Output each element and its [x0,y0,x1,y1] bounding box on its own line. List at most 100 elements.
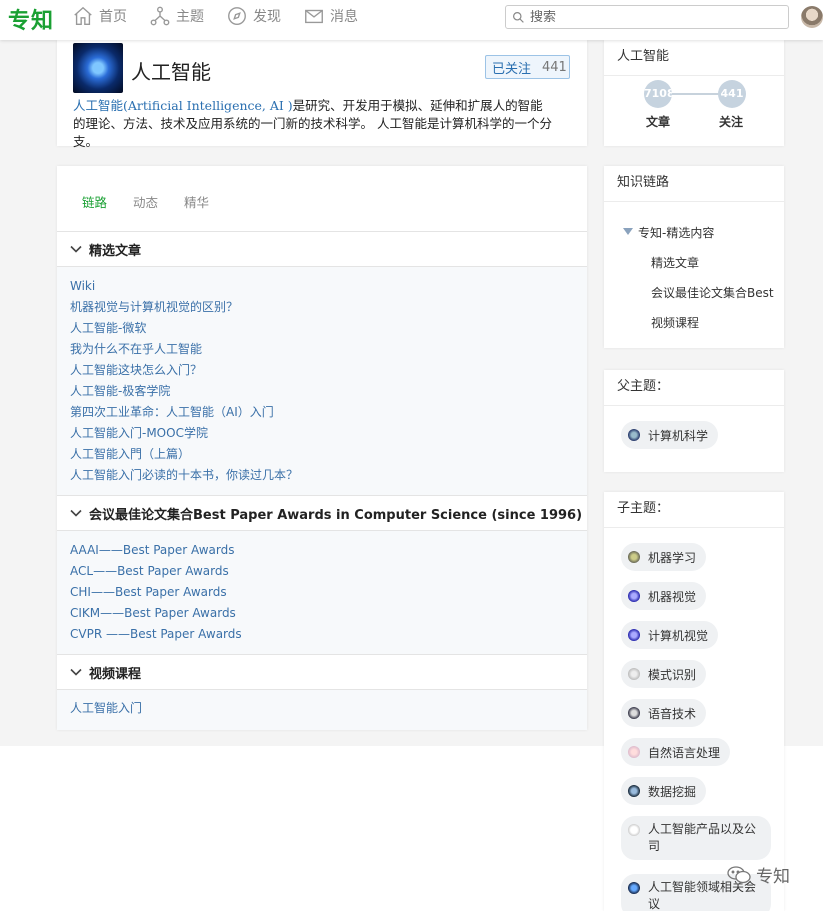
topic-chip-label: 计算机视觉 [648,628,709,643]
parent-topic-card: 父主题： 计算机科学 [604,370,784,472]
child-topic-chip[interactable]: 机器学习 [621,543,707,571]
chevron-down-icon [70,245,82,253]
topic-description: 人工智能(Artificial Intelligence, AI )是研究、开发… [73,97,553,151]
site-logo[interactable]: 专知 [8,3,54,35]
child-topic-chip[interactable]: 数据挖掘 [621,777,707,805]
top-navigation-bar: 专知 首页 主题 发现 消息 [0,0,823,40]
content-tabs: 链路 动态 精华 [82,192,235,211]
compass-icon [228,7,246,25]
topic-icon [150,6,170,26]
topic-chip-label: 数据挖掘 [648,784,697,799]
article-link[interactable]: CVPR ——Best Paper Awards [70,624,587,645]
parent-topic-title: 父主题： [604,370,784,406]
user-avatar[interactable] [801,6,823,28]
topic-thumbnail-icon [628,590,640,602]
follow-button-label: 已关注 [492,61,532,77]
articles-count-badge[interactable]: 7108 [644,80,672,108]
parent-topic-chip[interactable]: 计算机科学 [621,421,719,449]
article-link[interactable]: 人工智能这块怎么入门？ [70,360,587,381]
nav-messages[interactable]: 消息 [303,5,358,27]
article-link[interactable]: 人工智能-微软 [70,318,587,339]
section-title: 精选文章 [89,243,142,259]
chevron-down-icon [70,668,82,676]
article-link[interactable]: 我为什么不在乎人工智能 [70,339,587,360]
child-topic-chip[interactable]: 自然语言处理 [621,738,731,766]
section-header-featured-articles[interactable]: 精选文章 [57,231,587,267]
home-icon [74,6,92,25]
child-topics-card: 子主题： 机器学习 机器视觉 计算机视觉 模式识别 语音技术 自然语言处理 数据… [604,492,784,911]
article-link[interactable]: 人工智能-极客学院 [70,381,587,402]
child-topics-title: 子主题： [604,492,784,528]
article-link[interactable]: ACL——Best Paper Awards [70,561,587,582]
topic-chip-label: 机器视觉 [648,589,697,604]
article-link[interactable]: Wiki [70,276,587,297]
topic-thumbnail-icon [628,746,640,758]
nav-topic-label: 主题 [176,9,204,25]
nav-home-label: 首页 [99,9,127,25]
articles-label: 文章 [646,115,671,129]
topic-chip-label: 计算机科学 [648,428,709,443]
topic-chip-label: 语音技术 [648,706,697,721]
chevron-down-icon [70,509,82,517]
search-input[interactable] [530,9,770,25]
knowledge-chain-panel: 链路 动态 精华 精选文章 Wiki 机器视觉与计算机视觉的区别？ 人工智能-微… [57,166,587,730]
expand-triangle-icon[interactable] [623,228,633,235]
article-link[interactable]: 机器视觉与计算机视觉的区别？ [70,297,587,318]
child-topic-chip[interactable]: 计算机视觉 [621,621,719,649]
article-link[interactable]: CIKM——Best Paper Awards [70,603,587,624]
section-title: 会议最佳论文集合Best Paper Awards in Computer Sc… [89,507,583,523]
mail-icon [305,9,323,24]
follow-button[interactable]: 已关注 441 [485,55,570,79]
follow-count: 441 [542,59,567,75]
chain-item[interactable]: 精选文章 [651,254,699,271]
followers-count-badge[interactable]: 441 [718,80,746,108]
child-topic-chip[interactable]: 机器视觉 [621,582,707,610]
tab-chain[interactable]: 链路 [82,192,107,211]
topic-title: 人工智能 [131,60,211,84]
followers-label: 关注 [719,115,744,129]
knowledge-chain-card: 知识链路 专知-精选内容 精选文章 会议最佳论文集合Best 视频课程 [604,166,784,348]
topic-thumbnail-icon [628,882,640,894]
section-title: 视频课程 [89,666,142,682]
section-video-courses: 人工智能入门 [57,690,587,730]
topic-chip-label: 机器学习 [648,550,697,565]
section-best-paper-awards: AAAI——Best Paper Awards ACL——Best Paper … [57,531,587,654]
article-link[interactable]: 人工智能入门-MOOC学院 [70,423,587,444]
topic-thumbnail-icon [628,551,640,563]
article-link[interactable]: CHI——Best Paper Awards [70,582,587,603]
article-link[interactable]: AAAI——Best Paper Awards [70,540,587,561]
section-header-best-paper-awards[interactable]: 会议最佳论文集合Best Paper Awards in Computer Sc… [57,495,587,531]
child-topic-chip[interactable]: 人工智能产品以及公司 [621,816,771,860]
topic-wiki-link[interactable]: 人工智能(Artificial Intelligence, AI ) [73,98,293,113]
chain-title: 知识链路 [604,166,784,202]
nav-topic[interactable]: 主题 [149,5,204,27]
child-topic-chip[interactable]: 模式识别 [621,660,707,688]
tab-activity[interactable]: 动态 [133,192,158,211]
wechat-icon [727,865,751,883]
section-featured-articles: Wiki 机器视觉与计算机视觉的区别？ 人工智能-微软 我为什么不在乎人工智能 … [57,267,587,495]
nav-discover[interactable]: 发现 [226,5,281,27]
topic-brain-image [73,43,123,93]
article-link[interactable]: 人工智能入门 [70,698,587,719]
nav-home[interactable]: 首页 [72,5,127,27]
article-link[interactable]: 人工智能入門（上篇） [70,444,587,465]
tab-highlights[interactable]: 精华 [184,192,209,211]
topic-thumbnail-icon [628,824,640,836]
chain-root[interactable]: 专知-精选内容 [638,224,714,241]
topic-thumbnail-icon [628,668,640,680]
topic-chip-label: 模式识别 [648,667,697,682]
section-header-video-courses[interactable]: 视频课程 [57,654,587,690]
search-icon [513,11,524,23]
search-box[interactable] [505,5,789,29]
topic-thumbnail-icon [628,785,640,797]
topic-thumbnail-icon [628,429,640,441]
watermark-text: 专知 [756,867,790,887]
chain-item[interactable]: 视频课程 [651,314,699,331]
topic-header-card: 人工智能 已关注 441 人工智能(Artificial Intelligenc… [57,40,587,149]
topic-stats-card: 人工智能 7108 441 文章 关注 [604,40,784,146]
article-link[interactable]: 第四次工业革命：人工智能（AI）入门 [70,402,587,423]
chain-item[interactable]: 会议最佳论文集合Best [651,284,774,301]
child-topic-chip[interactable]: 语音技术 [621,699,707,727]
article-link[interactable]: 人工智能入门必读的十本书，你读过几本？ [70,465,587,486]
nav-messages-label: 消息 [330,9,358,25]
